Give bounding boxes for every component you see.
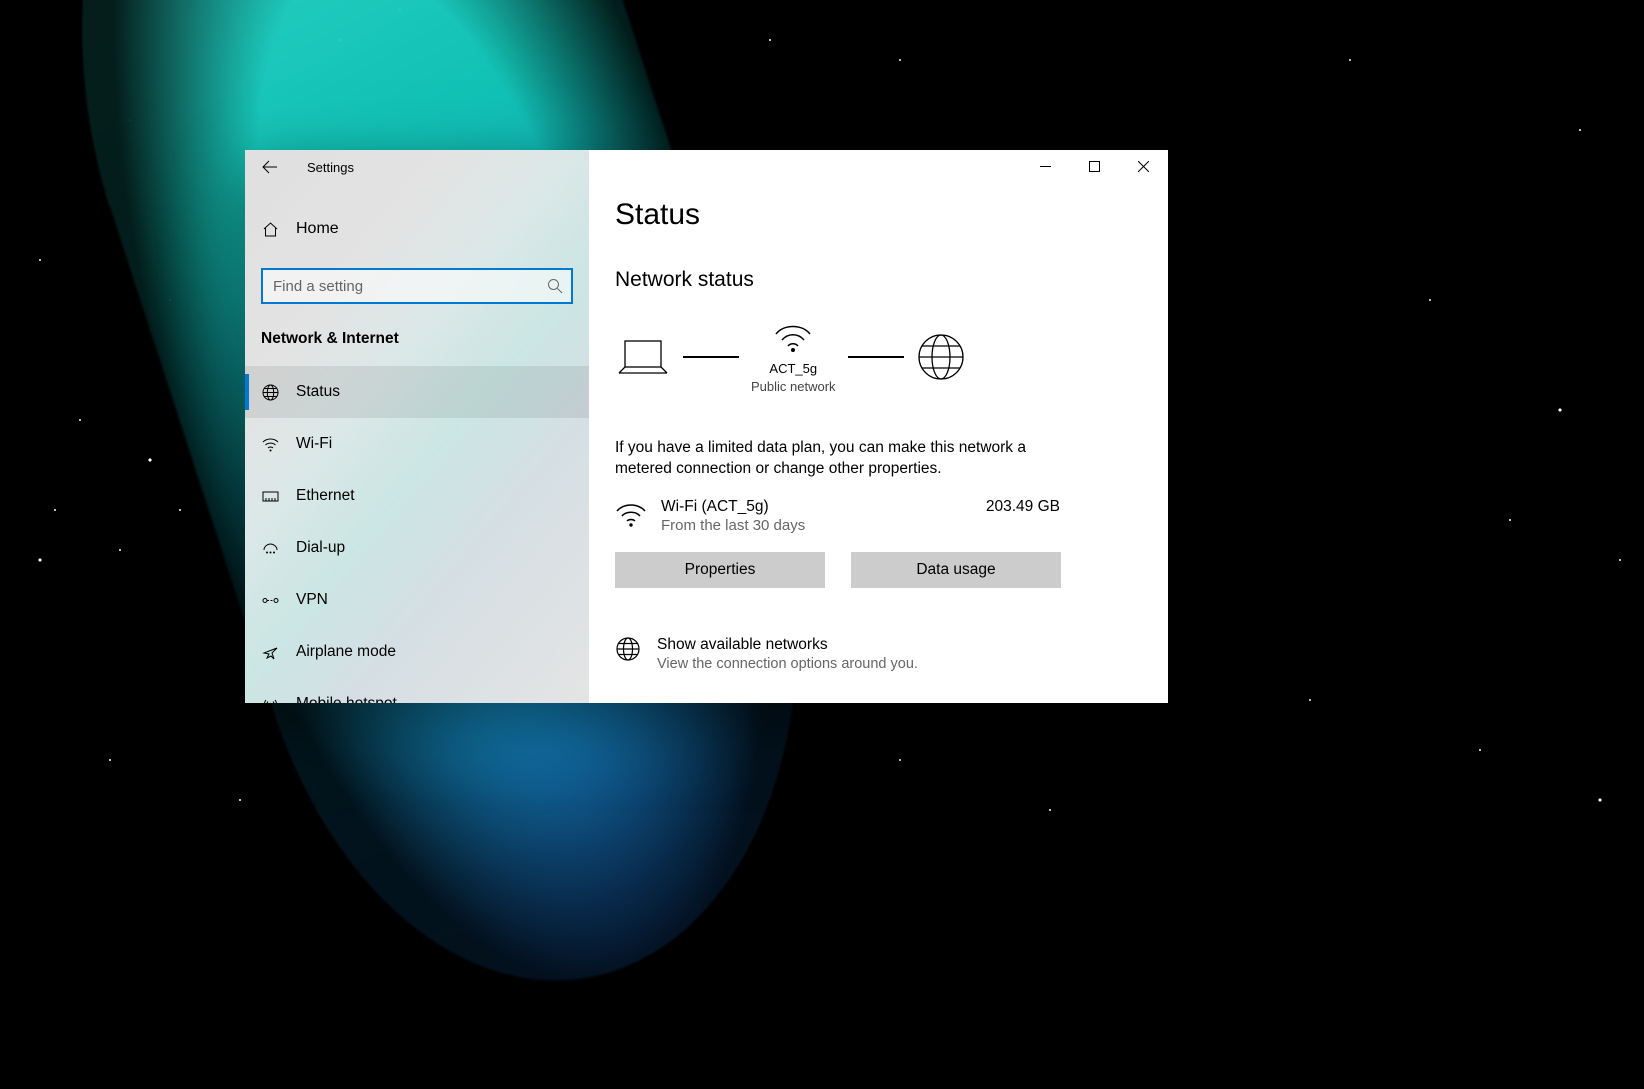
- maximize-icon: [1089, 161, 1100, 172]
- diagram-line: [683, 356, 739, 358]
- diagram-network-name: ACT_5g: [769, 361, 817, 376]
- search-icon[interactable]: [547, 278, 563, 294]
- back-arrow-icon: [262, 159, 278, 175]
- back-button[interactable]: [253, 150, 287, 184]
- sidebar-item-label: Airplane mode: [296, 643, 396, 661]
- wifi-icon: [262, 436, 279, 453]
- connection-subtext: From the last 30 days: [661, 517, 805, 534]
- sidebar-item-label: Mobile hotspot: [296, 695, 397, 703]
- titlebar[interactable]: Settings: [245, 150, 589, 184]
- show-networks-title: Show available networks: [657, 636, 918, 654]
- sidebar-item-label: Dial-up: [296, 539, 345, 557]
- sidebar-item-label: Status: [296, 383, 340, 401]
- ethernet-icon: [262, 488, 279, 505]
- hotspot-icon: [262, 696, 279, 704]
- close-icon: [1138, 161, 1149, 172]
- minimize-button[interactable]: [1021, 150, 1070, 182]
- connection-name: Wi-Fi (ACT_5g): [661, 498, 805, 516]
- search-setting-box[interactable]: [261, 268, 573, 304]
- show-available-networks[interactable]: Show available networks View the connect…: [615, 636, 1142, 672]
- sidebar-item-dialup[interactable]: Dial-up: [245, 522, 589, 574]
- globe-icon: [615, 636, 641, 662]
- maximize-button[interactable]: [1070, 150, 1119, 182]
- minimize-icon: [1040, 161, 1051, 172]
- sidebar-item-airplane[interactable]: Airplane mode: [245, 626, 589, 678]
- close-button[interactable]: [1119, 150, 1168, 182]
- wifi-icon: [615, 501, 647, 531]
- properties-button[interactable]: Properties: [615, 552, 825, 588]
- dialup-icon: [262, 540, 279, 557]
- sidebar-item-vpn[interactable]: VPN: [245, 574, 589, 626]
- search-input[interactable]: [263, 270, 571, 302]
- home-icon: [262, 221, 279, 238]
- section-title: Network status: [615, 268, 1142, 292]
- status-description: If you have a limited data plan, you can…: [615, 438, 1035, 480]
- connection-row: Wi-Fi (ACT_5g) From the last 30 days 203…: [615, 498, 1060, 534]
- sidebar-nav: Status Wi-Fi Ethernet: [245, 366, 589, 703]
- sidebar-item-label: Wi-Fi: [296, 435, 332, 453]
- app-title: Settings: [287, 160, 354, 175]
- connection-data-usage: 203.49 GB: [986, 498, 1060, 516]
- button-label: Properties: [685, 561, 756, 579]
- settings-window: Settings Home Network & Internet: [245, 150, 1168, 703]
- globe-icon: [916, 332, 966, 382]
- vpn-icon: [262, 592, 279, 609]
- button-label: Data usage: [916, 561, 995, 579]
- window-controls: [1021, 150, 1168, 182]
- sidebar-category-label: Network & Internet: [261, 330, 589, 348]
- diagram-network-type: Public network: [751, 379, 836, 394]
- sidebar: Settings Home Network & Internet: [245, 150, 589, 703]
- sidebar-item-label: VPN: [296, 591, 328, 609]
- show-networks-subtitle: View the connection options around you.: [657, 656, 918, 672]
- wifi-icon: [772, 320, 814, 354]
- network-status-diagram: ACT_5g Public network: [615, 320, 1142, 394]
- data-usage-button[interactable]: Data usage: [851, 552, 1061, 588]
- sidebar-home-label: Home: [296, 220, 339, 238]
- sidebar-item-home[interactable]: Home: [245, 208, 589, 250]
- laptop-icon: [615, 337, 671, 377]
- sidebar-item-wifi[interactable]: Wi-Fi: [245, 418, 589, 470]
- sidebar-item-hotspot[interactable]: Mobile hotspot: [245, 678, 589, 703]
- sidebar-item-label: Ethernet: [296, 487, 355, 505]
- content-pane: Status Network status ACT_5g Public netw…: [589, 150, 1168, 703]
- diagram-line: [848, 356, 904, 358]
- globe-icon: [262, 384, 279, 401]
- page-title: Status: [615, 198, 1142, 232]
- sidebar-item-status[interactable]: Status: [245, 366, 589, 418]
- airplane-icon: [262, 644, 279, 661]
- sidebar-item-ethernet[interactable]: Ethernet: [245, 470, 589, 522]
